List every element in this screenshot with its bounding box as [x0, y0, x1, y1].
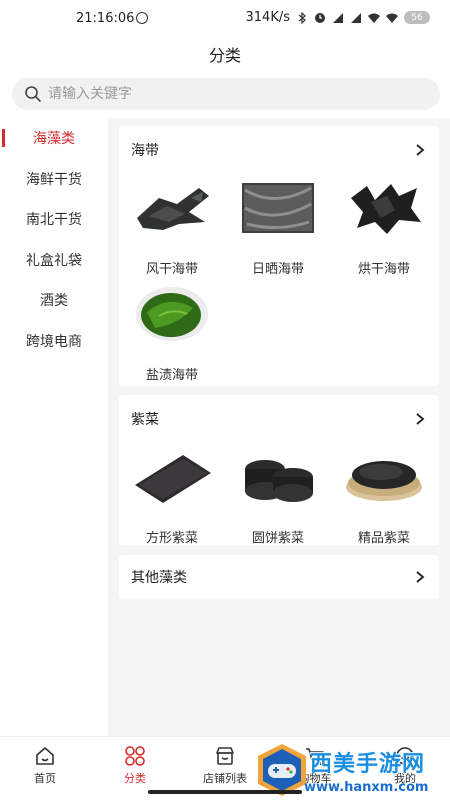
- product-item[interactable]: 盐渍海带: [119, 280, 225, 386]
- sidebar-item-label: 海藻类: [33, 131, 75, 148]
- network-speed: 314K/s: [245, 10, 291, 25]
- chevron-right-icon: [416, 144, 425, 156]
- signal-icon: [333, 12, 343, 23]
- product-label: 圆饼紫菜: [251, 531, 304, 546]
- page-title: 分类: [208, 46, 241, 65]
- oven-dried-kelp-image: [341, 174, 427, 242]
- home-icon: [36, 746, 54, 765]
- category-card-laver: 紫菜 方形紫菜 圆饼紫菜 精品紫菜: [119, 395, 439, 546]
- nav-label: 店铺列表: [203, 771, 247, 785]
- search-input[interactable]: [48, 86, 408, 102]
- store-icon: [216, 746, 234, 765]
- sidebar-item-dried-seafood[interactable]: 海鲜干货: [0, 159, 108, 200]
- chevron-right-icon: [416, 413, 425, 425]
- category-sidebar: 海藻类 海鲜干货 南北干货 礼盒礼袋 酒类 跨境电商: [0, 118, 108, 736]
- product-label: 方形紫菜: [145, 531, 198, 546]
- bluetooth-icon: [298, 11, 306, 24]
- alarm-icon: [315, 12, 325, 23]
- premium-laver-image: [341, 443, 427, 511]
- wifi-icon: [368, 13, 380, 23]
- nav-home[interactable]: 首页: [0, 737, 90, 793]
- sidebar-item-seaweed[interactable]: 海藻类: [0, 118, 108, 159]
- sidebar-item-gift-box[interactable]: 礼盒礼袋: [0, 240, 108, 281]
- product-label: 日晒海带: [251, 262, 304, 277]
- search-icon: [25, 86, 41, 102]
- sun-dried-kelp-image: [235, 174, 321, 242]
- signal-2-icon: [351, 12, 361, 23]
- watermark-url: www.hanxm.com: [304, 780, 429, 795]
- product-label: 烘干海带: [357, 262, 410, 277]
- product-item[interactable]: 方形紫菜: [119, 443, 225, 549]
- category-header-laver[interactable]: 紫菜: [119, 395, 439, 443]
- product-label: 盐渍海带: [145, 368, 198, 383]
- category-header-kelp[interactable]: 海带: [119, 126, 439, 174]
- category-content: 海带 风干海带 日晒海带 烘干海带 盐渍海带 紫菜 方形紫菜 圆饼紫菜 精品紫菜…: [108, 118, 450, 736]
- product-grid: 风干海带 日晒海带 烘干海带 盐渍海带: [119, 174, 439, 386]
- category-title: 海带: [131, 143, 159, 159]
- product-item[interactable]: 风干海带: [119, 174, 225, 280]
- notification-icon: [136, 12, 148, 24]
- wifi-2-icon: [386, 13, 398, 23]
- category-card-kelp: 海带 风干海带 日晒海带 烘干海带 盐渍海带: [119, 126, 439, 386]
- status-time: 21:16:06: [76, 11, 135, 26]
- sidebar-item-label: 海鲜干货: [26, 171, 82, 188]
- search-bar[interactable]: [12, 78, 440, 110]
- product-label: 精品紫菜: [357, 531, 410, 546]
- category-grid-icon: [125, 745, 145, 766]
- product-grid: 方形紫菜 圆饼紫菜 精品紫菜: [119, 443, 439, 549]
- round-laver-image: [235, 443, 321, 511]
- status-indicators: 314K/s 56: [245, 10, 430, 25]
- square-laver-image: [129, 443, 215, 511]
- sidebar-item-dry-goods[interactable]: 南北干货: [0, 199, 108, 240]
- category-title: 其他藻类: [131, 570, 187, 586]
- watermark-title: 西美手游网: [310, 752, 426, 777]
- nav-label: 分类: [124, 771, 146, 785]
- category-card-other-algae: 其他藻类: [119, 555, 439, 599]
- dried-kelp-image: [129, 174, 215, 242]
- sidebar-item-liquor[interactable]: 酒类: [0, 280, 108, 321]
- product-item[interactable]: 圆饼紫菜: [225, 443, 331, 549]
- sidebar-item-cross-border[interactable]: 跨境电商: [0, 321, 108, 362]
- sidebar-item-label: 跨境电商: [26, 333, 82, 350]
- home-indicator: [148, 790, 302, 794]
- nav-label: 首页: [34, 771, 56, 785]
- product-label: 风干海带: [145, 262, 198, 277]
- sidebar-item-label: 酒类: [40, 293, 68, 310]
- product-item[interactable]: 精品紫菜: [331, 443, 437, 549]
- sidebar-item-label: 礼盒礼袋: [26, 252, 82, 269]
- sidebar-item-label: 南北干货: [26, 212, 82, 229]
- product-item[interactable]: 日晒海带: [225, 174, 331, 280]
- chevron-right-icon: [416, 571, 425, 583]
- product-item[interactable]: 烘干海带: [331, 174, 437, 280]
- category-title: 紫菜: [131, 412, 159, 428]
- battery-icon: 56: [404, 11, 430, 24]
- category-header-other-algae[interactable]: 其他藻类: [119, 555, 439, 599]
- status-bar: 21:16:06 314K/s 56: [0, 0, 450, 38]
- nav-category[interactable]: 分类: [90, 737, 180, 793]
- salted-kelp-image: [129, 280, 215, 348]
